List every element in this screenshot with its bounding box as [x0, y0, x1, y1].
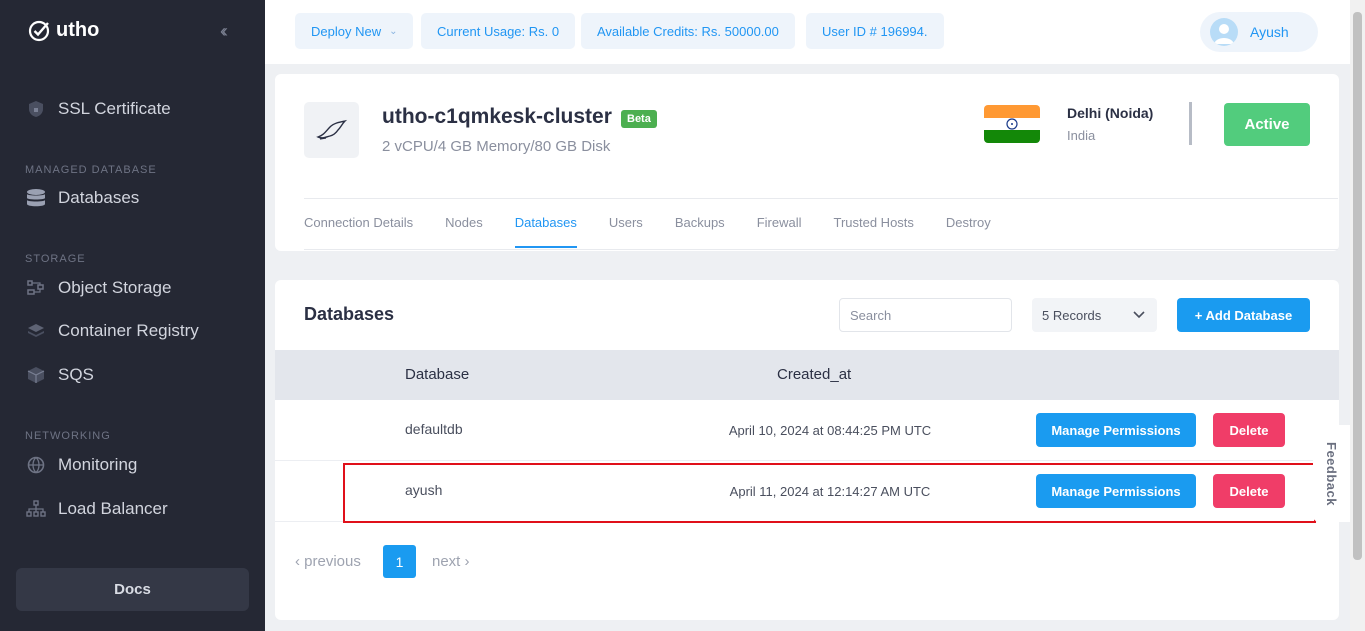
cluster-tabs: Connection Details Nodes Databases Users… [304, 215, 1023, 248]
deploy-new-label: Deploy New [311, 23, 382, 39]
sidebar: utho ‹‹ SSL Certificate MANAGED DATABASE… [0, 0, 265, 631]
brand-logo[interactable]: utho [28, 18, 99, 42]
table-row: defaultdb April 10, 2024 at 08:44:25 PM … [275, 400, 1339, 461]
sidebar-item-label: SSL Certificate [58, 99, 171, 118]
sidebar-item-databases[interactable]: Databases [26, 188, 139, 208]
table-row: ayush April 11, 2024 at 12:14:27 AM UTC … [275, 461, 1339, 522]
pagination-previous[interactable]: ‹ previous [295, 553, 361, 570]
cluster-card: utho-c1qmkesk-cluster Beta 2 vCPU/4 GB M… [275, 74, 1339, 251]
mariadb-logo-icon [304, 102, 359, 158]
object-storage-icon [26, 278, 46, 298]
tab-destroy[interactable]: Destroy [946, 215, 991, 248]
sidebar-item-label: SQS [58, 365, 94, 384]
location-country: India [1067, 128, 1096, 143]
cluster-spec: 2 vCPU/4 GB Memory/80 GB Disk [382, 138, 611, 155]
network-icon [26, 499, 46, 519]
sidebar-item-sqs[interactable]: SQS [26, 365, 94, 385]
delete-button[interactable]: Delete [1213, 413, 1285, 447]
sidebar-item-label: Load Balancer [58, 499, 168, 518]
location-city: Delhi (Noida) [1067, 105, 1154, 121]
pagination-page-1[interactable]: 1 [383, 545, 416, 578]
user-name: Ayush [1250, 24, 1289, 40]
column-header-created-at: Created_at [777, 366, 852, 383]
section-title: Databases [304, 304, 395, 324]
records-per-page-select[interactable]: 5 Records [1032, 298, 1157, 332]
add-database-button[interactable]: + Add Database [1177, 298, 1310, 332]
manage-permissions-button[interactable]: Manage Permissions [1036, 474, 1196, 508]
scrollbar[interactable] [1350, 0, 1365, 631]
sidebar-item-ssl-certificate[interactable]: SSL Certificate [26, 99, 171, 119]
avatar [1210, 18, 1238, 46]
layers-icon [26, 321, 46, 341]
chevron-down-icon: ⌄ [389, 25, 398, 37]
sidebar-item-load-balancer[interactable]: Load Balancer [26, 499, 168, 519]
sidebar-section-networking: NETWORKING [25, 430, 111, 442]
feedback-label: Feedback [1324, 441, 1339, 506]
tab-databases[interactable]: Databases [514, 215, 577, 248]
tab-users[interactable]: Users [609, 215, 643, 248]
deploy-new-dropdown[interactable]: Deploy New ⌄ [295, 13, 414, 49]
sidebar-item-container-registry[interactable]: Container Registry [26, 321, 199, 341]
tab-connection-details[interactable]: Connection Details [304, 215, 413, 248]
sidebar-item-object-storage[interactable]: Object Storage [26, 278, 171, 298]
manage-permissions-button[interactable]: Manage Permissions [1036, 413, 1196, 447]
pagination-next[interactable]: next › [432, 553, 470, 570]
databases-card: Databases 5 Records + Add Database Datab… [275, 280, 1339, 620]
docs-button[interactable]: Docs [16, 568, 249, 611]
cluster-name: utho-c1qmkesk-cluster [382, 105, 612, 128]
sidebar-section-managed-database: MANAGED DATABASE [25, 164, 157, 176]
user-id-badge: User ID # 196994. [806, 13, 944, 49]
tab-backups[interactable]: Backups [675, 215, 725, 248]
india-flag-icon [984, 105, 1040, 143]
database-name: defaultdb [405, 421, 463, 437]
available-credits-badge: Available Credits: Rs. 50000.00 [581, 13, 795, 49]
scrollbar-thumb[interactable] [1353, 12, 1362, 560]
chevron-down-icon [1133, 311, 1145, 319]
sidebar-item-label: Object Storage [58, 278, 172, 297]
sidebar-section-storage: STORAGE [25, 253, 86, 265]
tab-trusted-hosts[interactable]: Trusted Hosts [833, 215, 913, 248]
sidebar-item-monitoring[interactable]: Monitoring [26, 455, 137, 475]
shield-icon [26, 99, 46, 119]
database-name: ayush [405, 482, 443, 498]
user-icon [1214, 24, 1234, 44]
created-at: April 10, 2024 at 08:44:25 PM UTC [728, 423, 932, 438]
tab-firewall[interactable]: Firewall [757, 215, 802, 248]
search-input[interactable] [839, 298, 1012, 332]
column-header-database: Database [405, 366, 470, 383]
current-usage-badge: Current Usage: Rs. 0 [421, 13, 576, 49]
brand-name: utho [56, 18, 100, 41]
sidebar-item-label: Monitoring [58, 455, 138, 474]
database-icon [26, 188, 46, 208]
beta-badge: Beta [621, 110, 657, 128]
delete-button[interactable]: Delete [1213, 474, 1285, 508]
feedback-tab[interactable]: Feedback [1313, 425, 1350, 522]
user-menu[interactable]: Ayush [1200, 12, 1318, 52]
created-at: April 11, 2024 at 12:14:27 AM UTC [729, 484, 931, 499]
divider [1189, 102, 1192, 145]
records-label: 5 Records [1042, 307, 1102, 323]
sidebar-item-label: Databases [58, 188, 140, 207]
status-badge: Active [1224, 103, 1310, 146]
divider [304, 249, 1338, 250]
check-circle-icon [28, 20, 50, 42]
globe-icon [26, 455, 46, 475]
cube-icon [26, 365, 46, 385]
table-header: Database Created_at [275, 350, 1339, 400]
divider [304, 198, 1338, 199]
collapse-sidebar-icon[interactable]: ‹‹ [220, 21, 228, 42]
sidebar-item-label: Container Registry [58, 321, 199, 340]
tab-nodes[interactable]: Nodes [445, 215, 483, 248]
